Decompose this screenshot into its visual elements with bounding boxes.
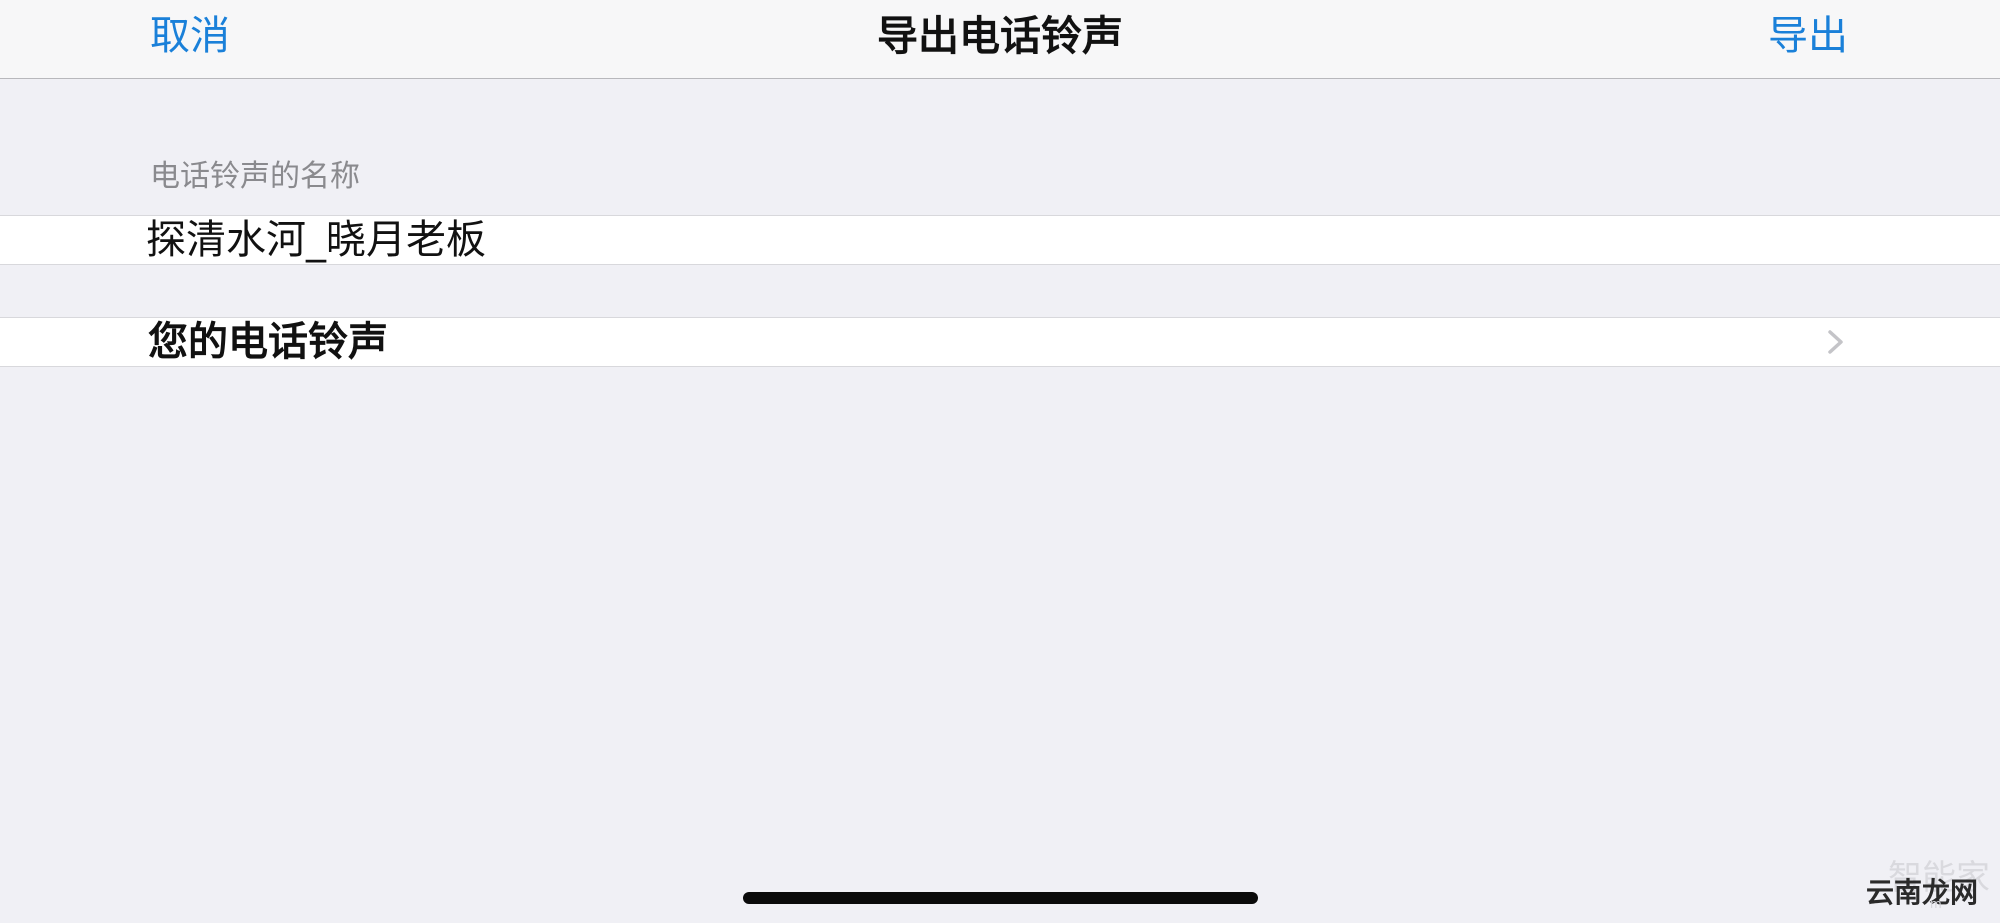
export-button[interactable]: 导出 (1768, 10, 1848, 62)
ringtone-name-section-header: 电话铃声的名称 (150, 159, 360, 194)
navigation-bar: 取消 导出电话铃声 导出 (0, 0, 2000, 79)
your-ringtones-row[interactable]: 您的电话铃声 (0, 317, 2000, 367)
home-indicator[interactable] (743, 892, 1258, 904)
chevron-right-icon (1824, 330, 1848, 354)
ringtone-name-cell (0, 215, 2000, 265)
ringtone-name-field[interactable] (146, 216, 1846, 264)
watermark-small-text: m (1930, 897, 1942, 911)
watermark-logo: 云南龙网 (1866, 876, 1979, 909)
page-title: 导出电话铃声 (877, 12, 1123, 60)
your-ringtones-label: 您的电话铃声 (148, 319, 388, 365)
